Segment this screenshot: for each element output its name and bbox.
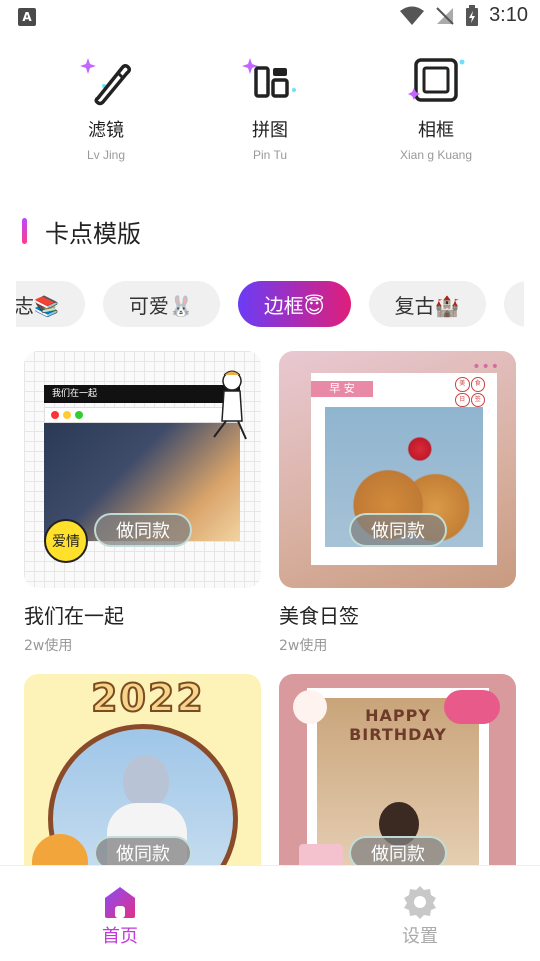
tool-filter-pinyin: Lv Jing bbox=[86, 148, 126, 162]
dot-yellow bbox=[63, 411, 71, 419]
year-text: 2022 bbox=[90, 675, 205, 721]
template-card-together[interactable]: 我们在一起 爱情 做同款 我们在一起 2w使用 bbox=[24, 351, 261, 655]
clock: 3:10 bbox=[489, 4, 528, 26]
chip-new[interactable]: 上新 bbox=[503, 281, 524, 327]
app-notification-icon: A bbox=[18, 8, 36, 26]
card-usage: 2w使用 bbox=[24, 638, 73, 654]
battery-charging-icon bbox=[466, 4, 479, 26]
chip-retro[interactable]: 复古🏰 bbox=[368, 281, 486, 327]
dot-green bbox=[75, 411, 83, 419]
magic-wand-icon bbox=[76, 50, 136, 110]
tool-collage-pinyin: Pin Tu bbox=[252, 148, 288, 162]
template-thumbnail[interactable]: 我们在一起 爱情 做同款 bbox=[24, 351, 261, 588]
tool-bar: 滤镜 Lv Jing 拼图 Pin Tu 相框 Xian g Kuang bbox=[0, 50, 540, 180]
love-badge: 爱情 bbox=[44, 519, 88, 563]
chip-border[interactable]: 边框😇 bbox=[237, 281, 351, 327]
tool-collage-label: 拼图 bbox=[252, 120, 288, 141]
tool-frame-label: 相框 bbox=[418, 120, 454, 141]
food-stamp: 美 食 日 签 bbox=[455, 377, 485, 407]
tool-filter[interactable]: 滤镜 Lv Jing bbox=[36, 50, 176, 162]
gear-icon bbox=[404, 886, 436, 919]
bottom-nav: 首页 设置 bbox=[0, 865, 540, 961]
wifi-icon bbox=[400, 6, 425, 25]
tool-frame[interactable]: 相框 Xian g Kuang bbox=[366, 50, 506, 162]
nav-settings-label: 设置 bbox=[402, 926, 438, 947]
chip-cute[interactable]: 可爱🐰 bbox=[102, 281, 220, 327]
collage-icon bbox=[240, 50, 300, 110]
status-bar: A 3:10 bbox=[0, 0, 540, 36]
category-chips: 志📚 可爱🐰 边框😇 复古🏰 上新 bbox=[16, 281, 524, 329]
nav-home-label: 首页 bbox=[102, 926, 138, 947]
portrait-head bbox=[123, 755, 169, 807]
frame-icon bbox=[406, 50, 466, 110]
make-same-button[interactable]: 做同款 bbox=[349, 513, 447, 547]
tool-collage[interactable]: 拼图 Pin Tu bbox=[200, 50, 340, 162]
cartoon-figure bbox=[210, 365, 252, 445]
template-thumbnail[interactable]: ••• 早 安 美 食 日 签 做同款 bbox=[279, 351, 516, 588]
nav-settings[interactable]: 设置 bbox=[380, 884, 460, 948]
section-header: 卡点模版 bbox=[22, 214, 141, 248]
card-usage: 2w使用 bbox=[279, 638, 328, 654]
no-signal-icon bbox=[436, 6, 454, 25]
music-bubble bbox=[444, 690, 500, 724]
nav-home[interactable]: 首页 bbox=[80, 884, 160, 948]
section-title: 卡点模版 bbox=[45, 219, 141, 248]
template-card-food[interactable]: ••• 早 安 美 食 日 签 做同款 美食日签 2w使用 bbox=[279, 351, 516, 655]
dot-red bbox=[51, 411, 59, 419]
card-title: 美食日签 bbox=[279, 604, 359, 628]
morning-label: 早 安 bbox=[311, 381, 373, 397]
tool-filter-label: 滤镜 bbox=[88, 120, 124, 141]
section-accent-bar bbox=[22, 218, 27, 244]
card-title: 我们在一起 bbox=[24, 604, 124, 628]
home-icon bbox=[105, 887, 135, 918]
sheep-sticker bbox=[293, 690, 327, 724]
make-same-button[interactable]: 做同款 bbox=[94, 513, 192, 547]
chip-journal[interactable]: 志📚 bbox=[16, 281, 85, 327]
tool-frame-pinyin: Xian g Kuang bbox=[399, 148, 473, 162]
